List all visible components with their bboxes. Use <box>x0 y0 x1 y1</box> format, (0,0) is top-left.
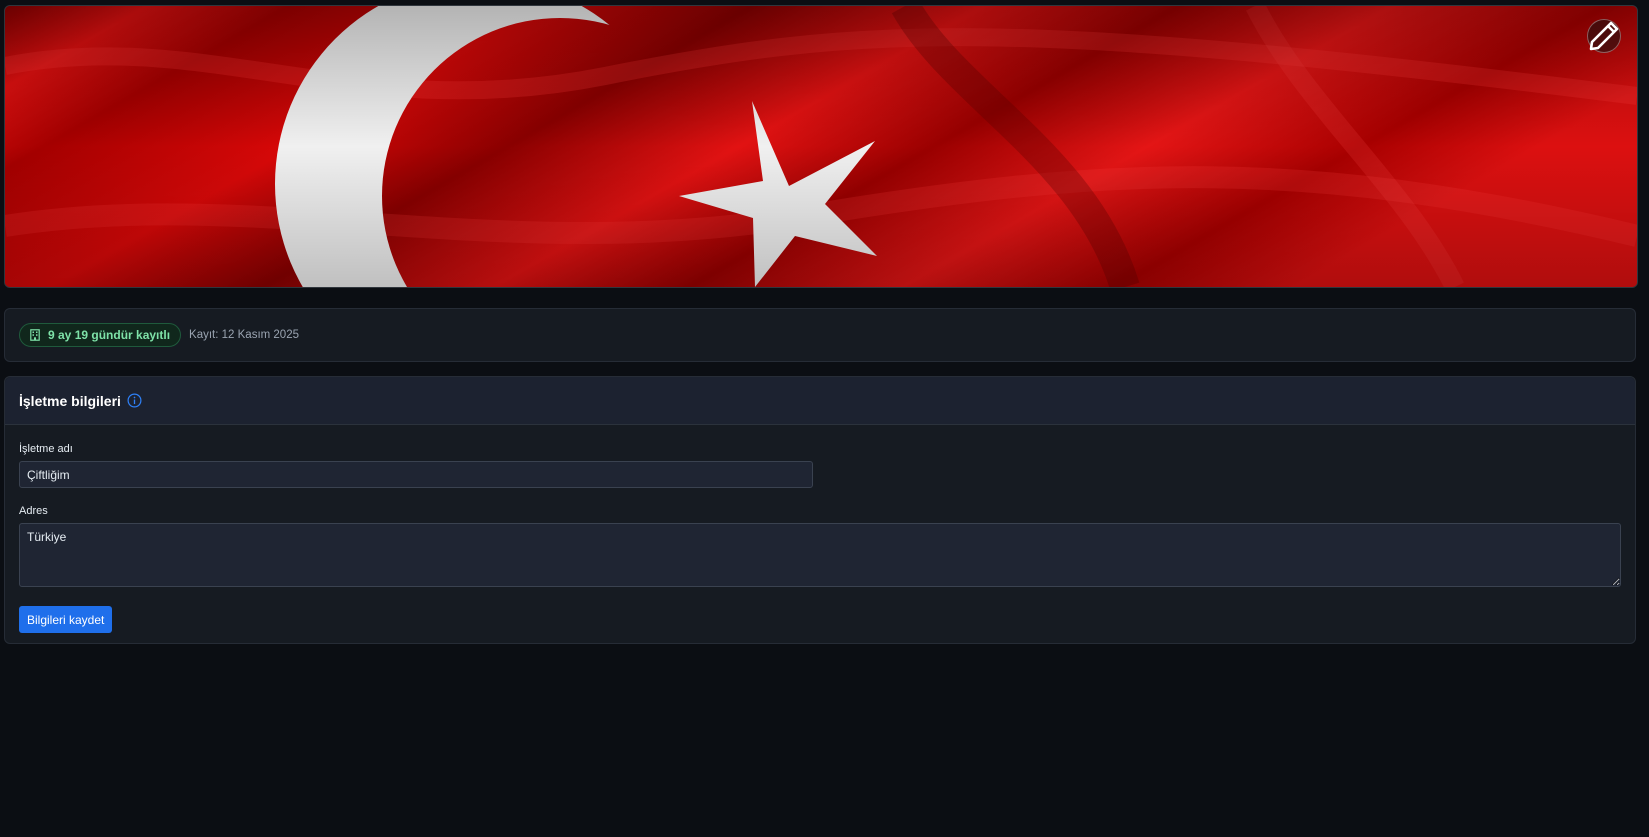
address-field: Adres Türkiye <box>19 505 1621 592</box>
cover-banner <box>4 5 1638 288</box>
edit-cover-button[interactable] <box>1587 19 1621 53</box>
turkish-flag-image <box>5 6 1637 287</box>
registration-duration-badge: 9 ay 19 gündür kayıtlı <box>19 323 182 347</box>
business-name-field: İşletme adı <box>19 443 1621 488</box>
business-name-input[interactable] <box>19 461 813 488</box>
business-name-label: İşletme adı <box>19 443 73 455</box>
business-info-header: İşletme bilgileri <box>5 377 1635 425</box>
business-info-card: İşletme bilgileri İşletme adı Adres Türk… <box>4 376 1636 644</box>
info-icon[interactable] <box>127 393 142 408</box>
section-title: İşletme bilgileri <box>19 392 121 409</box>
address-label: Adres <box>19 505 48 517</box>
registration-date: Kayıt: 12 Kasım 2025 <box>189 329 299 341</box>
address-textarea[interactable]: Türkiye <box>19 523 1621 587</box>
pencil-icon <box>1589 21 1619 51</box>
building-icon <box>30 329 40 341</box>
business-form: İşletme adı Adres Türkiye Bilgileri kayd… <box>5 425 1635 633</box>
badge-text: 9 ay 19 gündür kayıtlı <box>48 328 171 342</box>
save-info-button[interactable]: Bilgileri kaydet <box>19 606 113 633</box>
registration-info-card: 9 ay 19 gündür kayıtlı Kayıt: 12 Kasım 2… <box>4 308 1636 362</box>
